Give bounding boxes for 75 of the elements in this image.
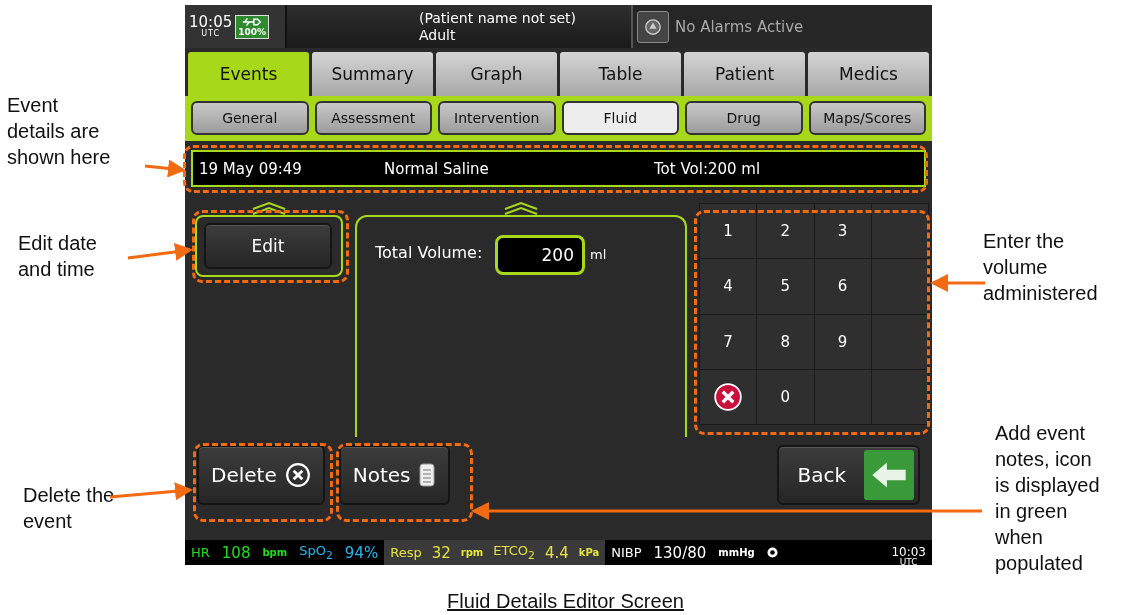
battery-level: 100% [238, 26, 267, 37]
vital-reading: kPa [578, 547, 600, 558]
vital-reading: NIBP [611, 545, 642, 560]
blank-key [871, 369, 928, 424]
callout-arrow [930, 274, 985, 292]
vital-reading: Resp [390, 545, 422, 560]
subtab[interactable]: Fluid [561, 101, 679, 135]
close-icon [284, 462, 311, 488]
keypad-key[interactable]: 2 [757, 204, 814, 259]
vital-reading: 130/80 [653, 543, 707, 562]
vital-reading: mmHg [718, 547, 755, 558]
annotation-text: Edit date and time [18, 231, 98, 282]
keypad-key[interactable]: 8 [757, 314, 814, 369]
patient-name: (Patient name not set) [419, 10, 578, 27]
clock-time: 10:05 [189, 15, 233, 30]
blank-key [871, 259, 928, 314]
keypad-key[interactable]: 0 [757, 369, 814, 424]
tab[interactable]: Medics [808, 52, 929, 96]
notes-button[interactable]: Notes [338, 445, 451, 505]
status-zone: UTC [899, 557, 918, 565]
status-time: 10:03 [891, 546, 926, 558]
info-icon [766, 547, 778, 558]
subtab[interactable]: Assessment [314, 101, 432, 135]
delete-button[interactable]: Delete [197, 445, 325, 505]
alarm-status: No Alarms Active [675, 17, 804, 36]
clock-zone: UTC [201, 30, 221, 38]
tab[interactable]: Events [188, 52, 309, 96]
back-button[interactable]: Back [777, 445, 920, 505]
subtab[interactable]: Maps/Scores [808, 101, 926, 135]
callout-arrow [144, 159, 186, 178]
vital-reading: ETCO$_{2}$ [493, 543, 535, 562]
keypad-key[interactable]: 9 [814, 314, 871, 369]
volume-field[interactable]: 200 [495, 235, 585, 275]
keypad-key[interactable]: 4 [700, 259, 757, 314]
keypad-key[interactable]: 6 [814, 259, 871, 314]
tab[interactable]: Table [560, 52, 681, 96]
tab[interactable]: Summary [312, 52, 433, 96]
volume-label: Total Volume: [375, 243, 484, 262]
vital-reading: SpO$_{2}$ [299, 543, 333, 562]
tab[interactable]: Graph [436, 52, 557, 96]
keypad-key[interactable]: 5 [757, 259, 814, 314]
vital-reading: HR [191, 545, 210, 560]
vital-reading: 32 [431, 543, 451, 562]
notepad-icon [418, 462, 437, 488]
subtab[interactable]: Drug [685, 101, 803, 135]
clear-icon [714, 382, 743, 411]
figure-caption: Fluid Details Editor Screen [446, 589, 685, 614]
volume-unit: ml [590, 247, 607, 262]
edit-button[interactable]: Edit [204, 223, 332, 269]
keypad-key[interactable]: 3 [814, 204, 871, 259]
fluid-name: Normal Saline [384, 159, 490, 178]
vital-reading: 94% [344, 543, 379, 562]
annotation-text: Delete the event [23, 483, 115, 534]
tab[interactable]: Patient [684, 52, 805, 96]
blank-key [871, 204, 928, 259]
patient-type: Adult [419, 26, 457, 43]
annotation-text: Add event notes, icon is displayed in green when populated [995, 421, 1101, 576]
annotation-text: Event details are shown here [7, 93, 112, 170]
blank-key [871, 314, 928, 369]
alarm-icon [644, 17, 662, 36]
subtab[interactable]: General [191, 101, 309, 135]
vital-reading: bpm [262, 547, 288, 558]
vital-reading: 108 [221, 543, 251, 562]
event-time: 19 May 09:49 [199, 159, 303, 178]
total-volume-summary: Tot Vol:200 ml [654, 159, 761, 178]
plug-icon [241, 16, 264, 27]
keypad-key[interactable]: 7 [700, 314, 757, 369]
subtab[interactable]: Intervention [438, 101, 556, 135]
vital-reading: 4.4 [544, 543, 569, 562]
callout-arrow [127, 243, 193, 261]
alarm-button[interactable] [637, 10, 669, 43]
annotation-text: Enter the volume administered [983, 229, 1099, 306]
keypad-key[interactable]: 1 [700, 204, 757, 259]
clear-key[interactable] [700, 369, 757, 424]
vital-reading: rpm [460, 547, 484, 558]
